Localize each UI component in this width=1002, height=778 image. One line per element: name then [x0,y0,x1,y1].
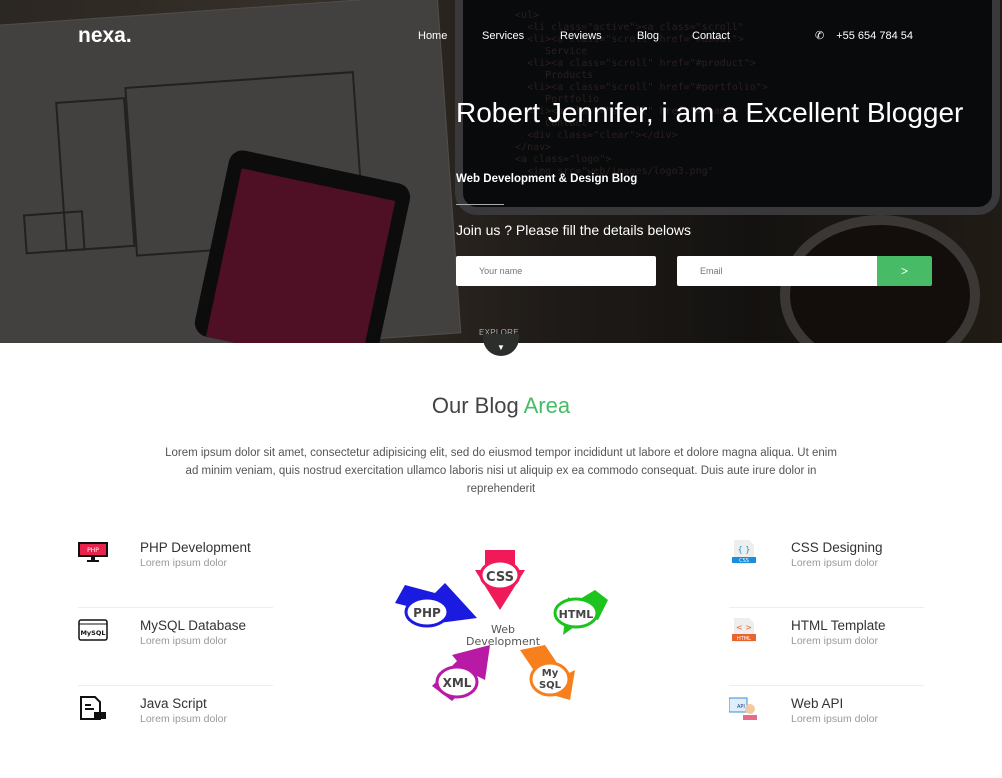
svg-text:API: API [737,704,745,710]
divider [456,204,504,205]
phone-number: +55 654 784 54 [836,29,913,42]
js-file-icon [80,696,106,720]
svg-text:HTML: HTML [559,608,594,621]
nav-services[interactable]: Services [482,30,524,42]
svg-text:{ }: { } [738,545,751,554]
svg-text:MySQL: MySQL [80,629,105,637]
submit-button[interactable]: > [877,256,932,286]
html-file-icon: < > HTML [732,618,756,642]
service-title: HTML Template [791,618,886,633]
title-accent: Area [523,393,571,418]
svg-text:My: My [542,668,559,679]
hero-subtitle: Web Development & Design Blog [456,173,638,185]
service-subtitle: Lorem ipsum dolor [140,557,227,569]
phone-icon: ✆ [815,30,825,42]
svg-text:PHP: PHP [413,606,441,620]
service-subtitle: Lorem ipsum dolor [140,635,227,647]
web-development-diagram: CSS HTML MySQL XML PHP Web Development [395,550,608,701]
service-item[interactable]: MySQL MySQL Database Lorem ipsum dolor [78,608,273,686]
html-arrow: HTML [553,590,608,635]
nav-home[interactable]: Home [418,30,447,42]
service-subtitle: Lorem ipsum dolor [791,557,878,569]
service-item[interactable]: Java Script Lorem ipsum dolor [78,686,273,764]
nav-reviews[interactable]: Reviews [560,30,602,42]
php-arrow: PHP [395,583,477,628]
name-input[interactable] [456,256,656,286]
chevron-down-icon: ▼ [497,343,505,352]
service-title: Java Script [140,696,207,711]
svg-text:XML: XML [443,676,472,690]
logo[interactable]: nexa. [78,24,132,48]
svg-text:< >: < > [736,623,752,632]
service-item[interactable]: PHP PHP Development Lorem ipsum dolor [78,530,273,608]
service-item[interactable]: < > HTML HTML Template Lorem ipsum dolor [729,608,924,686]
service-title: Web API [791,696,844,711]
nav-contact[interactable]: Contact [692,30,730,42]
service-subtitle: Lorem ipsum dolor [791,713,878,725]
service-title: MySQL Database [140,618,247,633]
join-text: Join us ? Please fill the details belows [456,222,692,238]
css-arrow: CSS [475,550,525,610]
nav-blog[interactable]: Blog [637,30,659,42]
title-main: Our Blog [431,393,519,418]
svg-text:CSS: CSS [486,570,514,585]
explore-down-button[interactable]: ▼ [483,334,519,356]
php-monitor-icon: PHP [78,542,108,562]
service-item[interactable]: API Web API Lorem ipsum dolor [729,686,924,764]
service-item[interactable]: { } CSS CSS Designing Lorem ipsum dolor [729,530,924,608]
service-title: PHP Development [140,540,251,555]
xml-arrow: XML [432,645,490,701]
svg-text:CSS: CSS [739,558,749,564]
svg-text:SQL: SQL [539,680,562,691]
mysql-arrow: MySQL [520,645,575,700]
section-description: Lorem ipsum dolor sit amet, consectetur … [165,447,837,495]
service-subtitle: Lorem ipsum dolor [140,713,227,725]
svg-text:PHP: PHP [87,547,99,554]
email-input[interactable] [677,256,877,286]
service-title: CSS Designing [791,540,883,555]
web-api-icon: API [729,697,757,720]
css-file-icon: { } CSS [732,540,756,564]
hero-section: <ul> <li class="active"><a class="scroll… [0,0,1002,343]
svg-text:HTML: HTML [737,636,751,642]
section-title: Our Blog Area [0,393,1002,419]
service-subtitle: Lorem ipsum dolor [791,635,878,647]
svg-text:Development: Development [466,635,541,648]
mysql-window-icon: MySQL [78,619,108,641]
hero-title: Robert Jennifer, i am a Excellent Blogge… [456,97,964,128]
phone-contact: ✆ +55 654 784 54 [815,29,913,43]
